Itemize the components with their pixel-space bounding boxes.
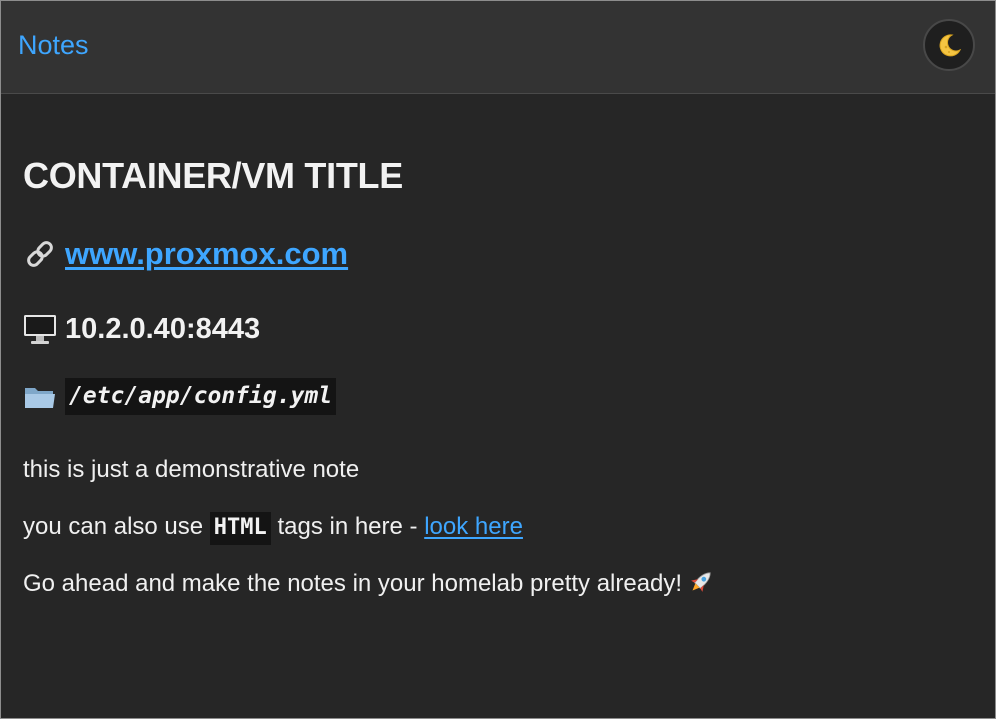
notes-panel: Notes CONTAINER/VM TITLE www.proxmox.com bbox=[0, 0, 996, 719]
header-title: Notes bbox=[18, 30, 89, 60]
website-row: www.proxmox.com bbox=[23, 236, 348, 272]
address-text: 10.2.0.40:8443 bbox=[65, 312, 261, 345]
look-here-link[interactable]: look here bbox=[424, 513, 523, 540]
paragraph-html-middle: tags in here - bbox=[270, 513, 425, 540]
notes-header: Notes bbox=[1, 1, 995, 94]
website-link[interactable]: www.proxmox.com bbox=[65, 236, 348, 272]
path-row: /etc/app/config.yml bbox=[23, 378, 337, 415]
paragraph-homelab-text: Go ahead and make the notes in your home… bbox=[23, 570, 683, 597]
html-code: HTML bbox=[209, 512, 271, 545]
paragraph-html: you can also use HTML tags in here - loo… bbox=[23, 511, 523, 545]
rocket-icon bbox=[691, 572, 711, 592]
theme-toggle-button[interactable] bbox=[923, 19, 975, 71]
paragraph-homelab: Go ahead and make the notes in your home… bbox=[23, 567, 716, 600]
paragraph-html-before: you can also use bbox=[23, 513, 210, 540]
paragraph-demo: this is just a demonstrative note bbox=[23, 456, 360, 483]
folder-icon bbox=[25, 387, 55, 408]
moon-icon bbox=[939, 34, 962, 57]
config-path: /etc/app/config.yml bbox=[65, 378, 337, 415]
note-title: CONTAINER/VM TITLE bbox=[23, 155, 403, 196]
desktop-computer-icon bbox=[24, 315, 56, 344]
link-icon bbox=[27, 241, 53, 267]
address-row: 10.2.0.40:8443 bbox=[23, 312, 260, 346]
